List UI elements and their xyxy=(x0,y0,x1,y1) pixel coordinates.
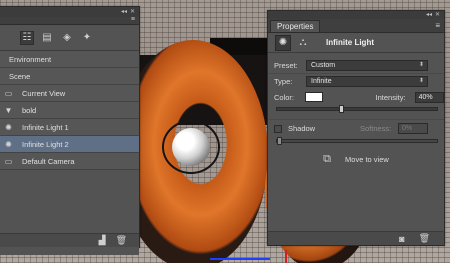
move-to-view-icon[interactable]: ⧉ xyxy=(323,153,331,166)
move-to-view-row[interactable]: ⧉ Move to view xyxy=(268,147,444,171)
properties-bottom-bar: ◙ 🗑 xyxy=(268,231,444,245)
type-value: Infinite xyxy=(311,78,332,85)
intensity-label: Intensity: xyxy=(375,92,406,102)
shadow-checkbox[interactable] xyxy=(274,124,282,133)
layer-label: Infinite Light 2 xyxy=(22,139,69,149)
layer-row-infinite-light-1[interactable]: ✺ Infinite Light 1 xyxy=(0,119,139,136)
scene-filter-icon[interactable]: ☷ xyxy=(20,30,34,45)
infinite-light-icon: ✺ xyxy=(5,122,12,132)
coordinates-icon[interactable]: ⛬ xyxy=(296,36,310,50)
properties-panel: ◂◂ ✕ Properties ≡ ✺ ⛬ Infinite Light Pre… xyxy=(267,10,445,246)
panel-menu-icon[interactable]: ≡ xyxy=(435,20,440,32)
type-select[interactable]: Infinite ⬍ xyxy=(306,76,428,87)
layer-label: bold xyxy=(22,105,37,115)
softness-slider[interactable] xyxy=(276,137,438,145)
preset-value: Custom xyxy=(311,61,336,69)
layer-label: Current View xyxy=(22,88,66,98)
layer-row-current-view[interactable]: ▭ Current View xyxy=(0,85,139,102)
type-label: Type: xyxy=(274,77,293,86)
z-axis-line xyxy=(210,258,270,260)
infinite-light-icon[interactable]: ✺ xyxy=(275,34,291,51)
layer-row-infinite-light-2[interactable]: ✺ Infinite Light 2 xyxy=(0,136,139,153)
layer-row-bold[interactable]: ▼ bold xyxy=(0,102,139,119)
close-panel-button[interactable]: ✕ xyxy=(130,8,135,16)
layer-label: Scene xyxy=(9,71,31,81)
mesh-filter-icon[interactable]: ▤ xyxy=(41,32,53,44)
collapse-panel-button[interactable]: ◂◂ xyxy=(121,8,127,16)
select-arrow-icon: ⬍ xyxy=(418,61,424,68)
panel-topbar: ◂◂ ✕ xyxy=(0,7,139,17)
new-light-icon[interactable]: ▟ xyxy=(99,235,106,246)
softness-field[interactable]: 0% xyxy=(398,123,428,134)
layer-label: Environment xyxy=(9,54,52,64)
move-to-view-label[interactable]: Move to view xyxy=(345,155,389,164)
x-axis-line xyxy=(285,250,287,263)
camera-icon: ▭ xyxy=(4,88,13,98)
intensity-slider-thumb[interactable] xyxy=(339,105,344,113)
panel-menu-icon[interactable]: ≡ xyxy=(131,16,135,24)
intensity-field[interactable]: 40% xyxy=(414,91,444,103)
light-filter-icon[interactable]: ✦ xyxy=(81,32,93,44)
layer-row-scene[interactable]: Scene xyxy=(0,68,139,85)
preset-label: Preset: xyxy=(274,60,298,70)
layer-list: Environment Scene ▭ Current View ▼ bold … xyxy=(0,51,139,170)
reset-icon[interactable]: ◙ xyxy=(399,234,404,244)
preset-select[interactable]: Custom ⬍ xyxy=(306,59,428,71)
layer-row-environment[interactable]: Environment xyxy=(0,51,139,68)
material-filter-icon[interactable]: ◈ xyxy=(61,32,73,44)
softness-label: Softness: xyxy=(360,124,392,133)
layer-label: Default Camera xyxy=(22,156,75,166)
type-row: Type: Infinite ⬍ xyxy=(268,73,444,89)
preset-row: Preset: Custom ⬍ xyxy=(268,57,444,73)
layers-bottom-bar: ▟ 🗑 xyxy=(0,233,139,247)
mesh-icon: ▼ xyxy=(4,105,13,115)
properties-title: Infinite Light xyxy=(326,38,374,47)
3d-layers-panel: ◂◂ ✕ ≡ ☷ ▤ ◈ ✦ Environment Scene ▭ Curre… xyxy=(0,6,140,255)
collapse-panel-button[interactable]: ◂◂ xyxy=(426,11,432,19)
delete-icon[interactable]: 🗑 xyxy=(419,233,430,244)
panel-topbar: ◂◂ ✕ xyxy=(268,11,444,19)
tab-properties[interactable]: Properties xyxy=(270,20,321,32)
panel-tabbar: Properties ≡ xyxy=(268,19,444,33)
panel-tabbar: ≡ xyxy=(0,16,139,25)
color-label: Color: xyxy=(274,92,295,102)
softness-slider-thumb[interactable] xyxy=(277,137,282,145)
delete-icon[interactable]: 🗑 xyxy=(116,235,127,246)
properties-header: ✺ ⛬ Infinite Light xyxy=(268,33,444,53)
select-arrow-icon: ⬍ xyxy=(418,78,424,84)
light-widget-sphere[interactable] xyxy=(172,128,210,166)
infinite-light-icon: ✺ xyxy=(5,139,12,149)
intensity-slider[interactable] xyxy=(276,105,438,113)
camera-icon: ▭ xyxy=(4,156,13,166)
layer-row-default-camera[interactable]: ▭ Default Camera xyxy=(0,153,139,170)
layer-label: Infinite Light 1 xyxy=(22,122,69,132)
close-panel-button[interactable]: ✕ xyxy=(435,11,440,19)
color-swatch[interactable] xyxy=(305,92,323,102)
shadow-row: Shadow Softness: 0% xyxy=(268,119,444,137)
shadow-label: Shadow xyxy=(288,124,316,133)
layers-filter-toolbar: ☷ ▤ ◈ ✦ xyxy=(0,25,139,51)
color-intensity-row: Color: Intensity: 40% xyxy=(268,89,444,105)
